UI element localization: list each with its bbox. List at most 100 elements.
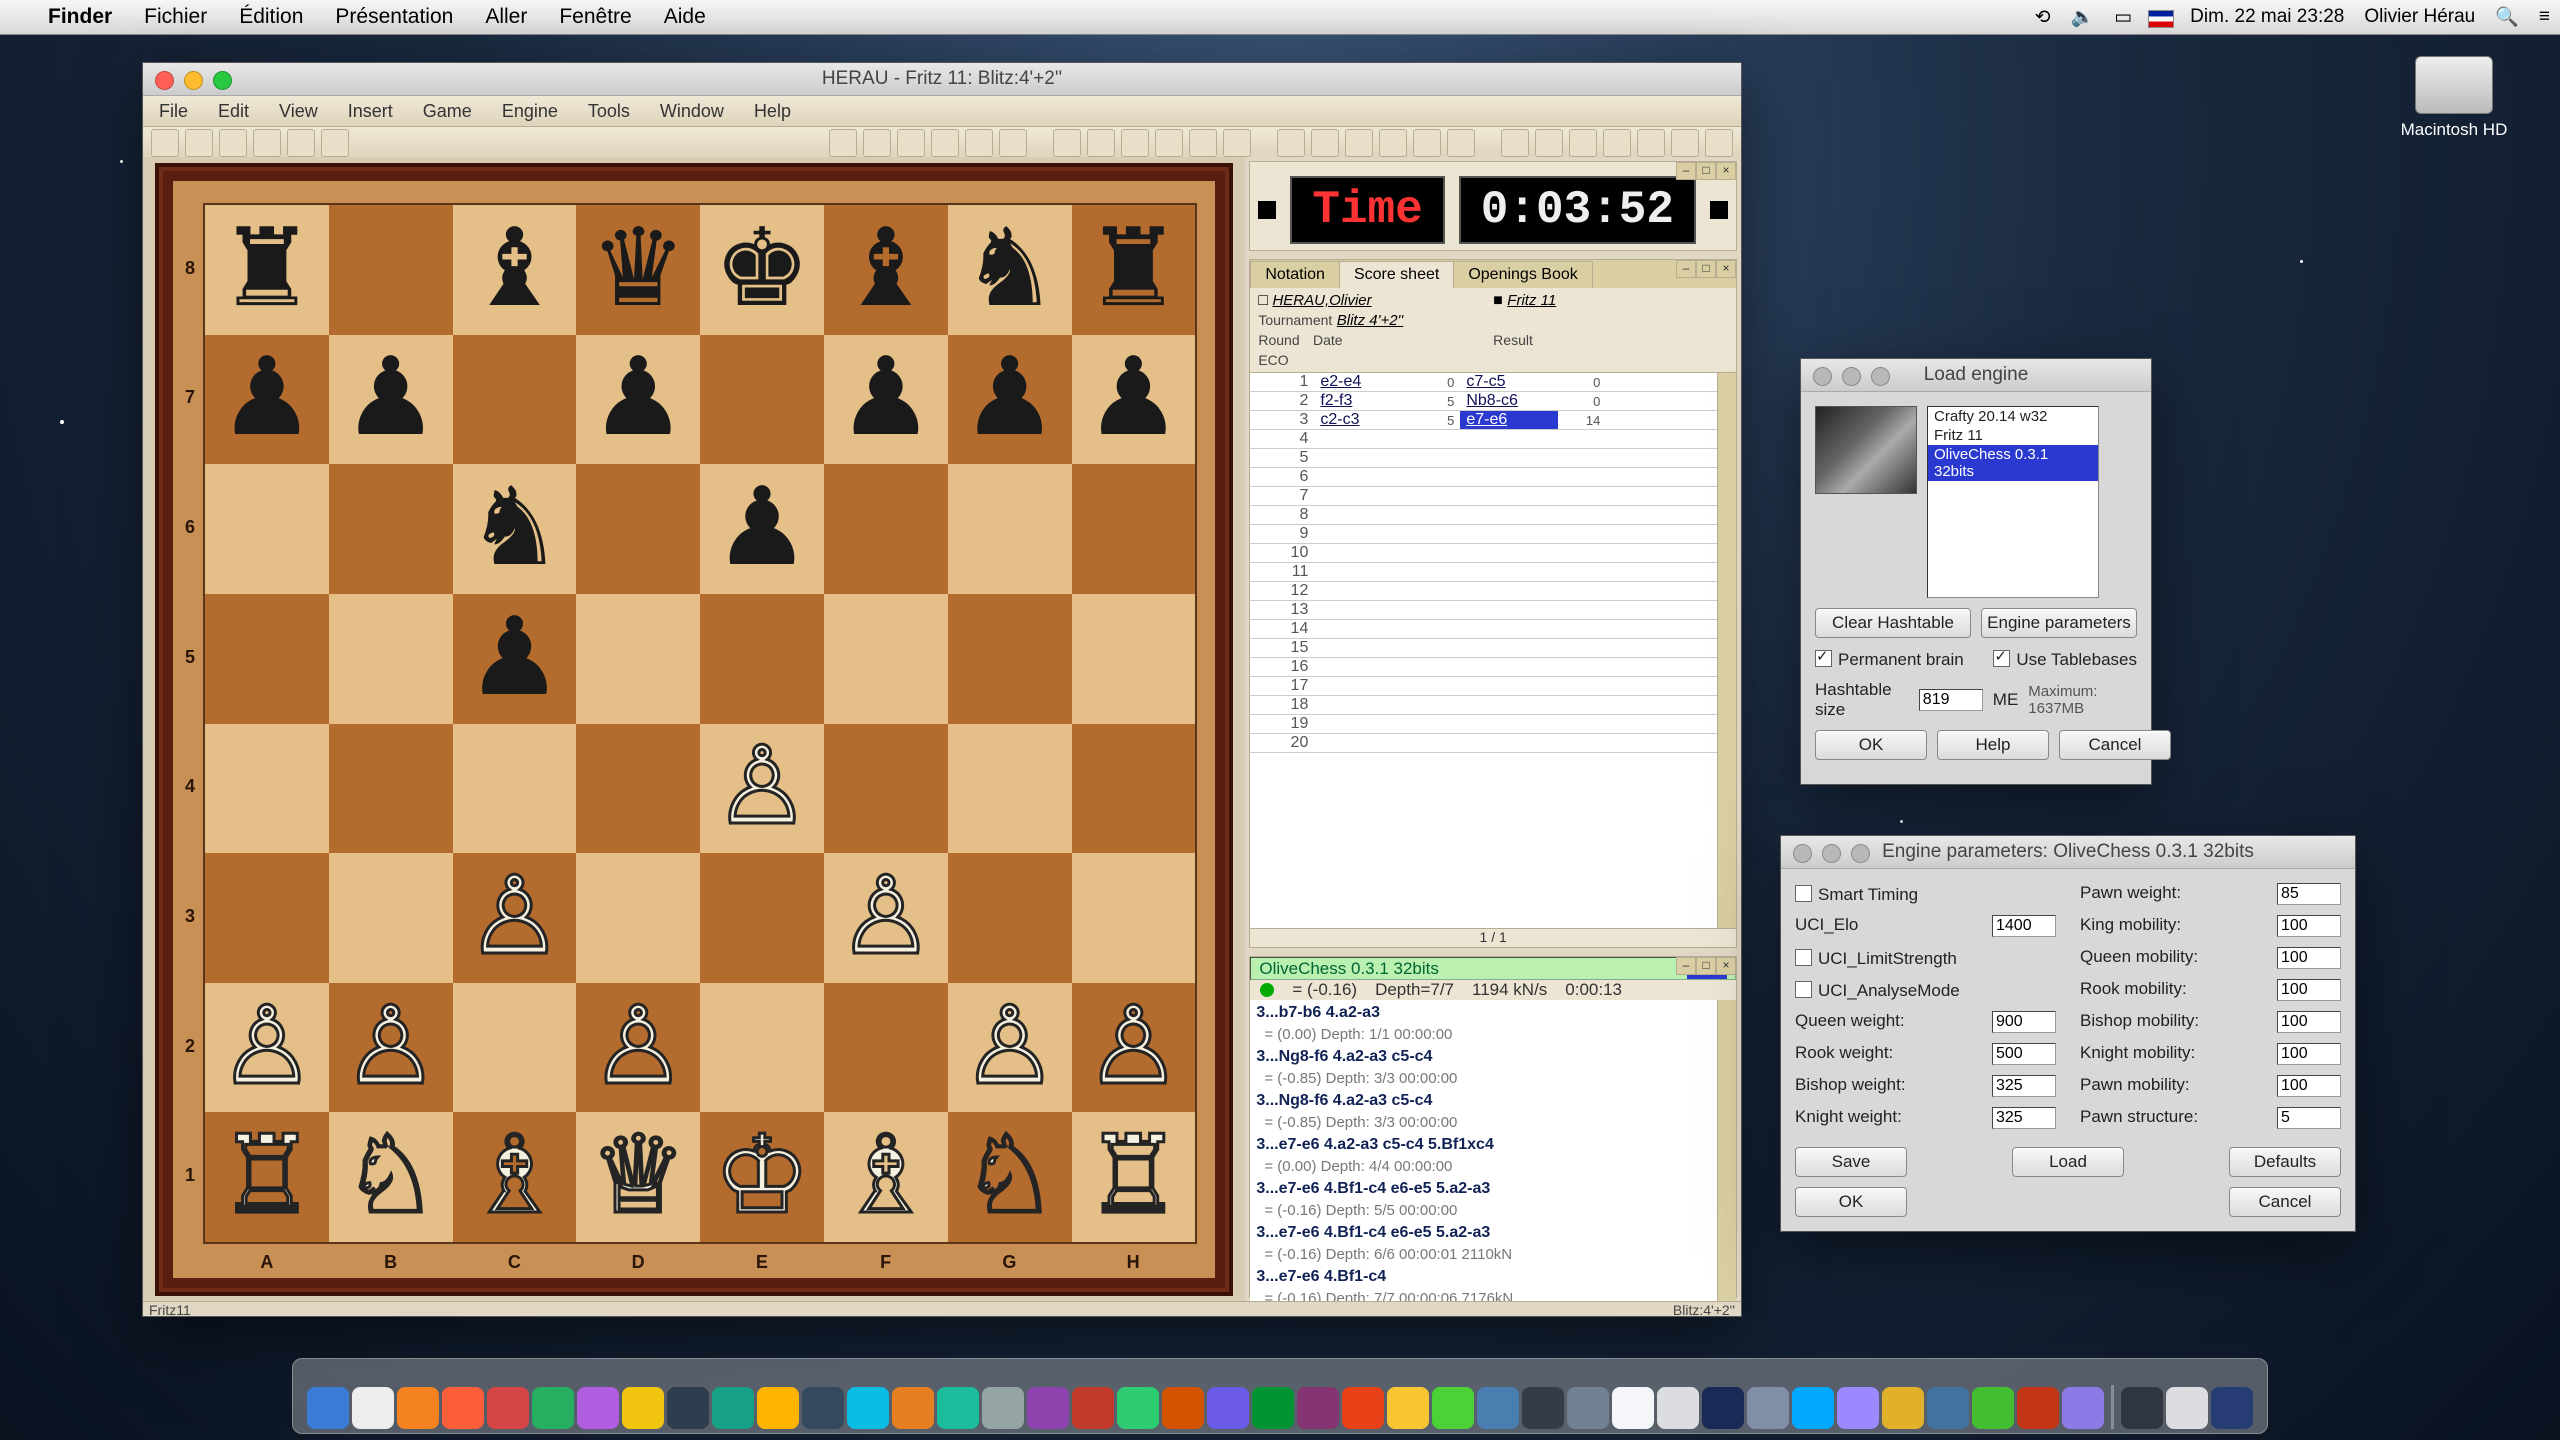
square[interactable]: [329, 205, 453, 335]
dock-app-icon[interactable]: [1387, 1387, 1429, 1429]
engine-list-item[interactable]: OliveChess 0.3.1 32bits: [1928, 445, 2098, 481]
dock-app-icon[interactable]: [577, 1387, 619, 1429]
pawn-weight-input[interactable]: [2277, 883, 2341, 905]
dock-app-icon[interactable]: [532, 1387, 574, 1429]
scrollbar[interactable]: [1717, 1000, 1736, 1312]
square[interactable]: ♖: [1072, 1112, 1196, 1242]
tab-scoresheet[interactable]: Score sheet: [1339, 261, 1454, 288]
bn-piece[interactable]: ♞: [466, 475, 563, 583]
save-button[interactable]: Save: [1795, 1147, 1907, 1177]
spotlight-icon[interactable]: 🔍: [2485, 5, 2529, 29]
wb-piece[interactable]: ♗: [837, 1123, 934, 1231]
br-piece[interactable]: ♜: [218, 216, 315, 324]
tb-icon[interactable]: [1189, 129, 1217, 157]
dock-app-icon[interactable]: [397, 1387, 439, 1429]
dock-app-icon[interactable]: [2017, 1387, 2059, 1429]
tb-icon[interactable]: [321, 129, 349, 157]
move-row[interactable]: 15: [1250, 639, 1717, 658]
square[interactable]: [329, 853, 453, 983]
bishop-mobility-input[interactable]: [2277, 1011, 2341, 1033]
dock-app-icon[interactable]: [1927, 1387, 1969, 1429]
dock-app-icon[interactable]: [2062, 1387, 2104, 1429]
ok-button[interactable]: OK: [1795, 1187, 1907, 1217]
tab-notation[interactable]: Notation: [1250, 261, 1340, 288]
square[interactable]: ♙: [700, 724, 824, 854]
dialog-titlebar[interactable]: Engine parameters: OliveChess 0.3.1 32bi…: [1781, 836, 2355, 869]
square[interactable]: ♜: [1072, 205, 1196, 335]
square[interactable]: ♟: [824, 335, 948, 465]
square[interactable]: ♟: [329, 335, 453, 465]
tb-icon[interactable]: [1413, 129, 1441, 157]
menu-engine[interactable]: Engine: [502, 101, 558, 122]
tb-icon[interactable]: [863, 129, 891, 157]
menu-tools[interactable]: Tools: [588, 101, 630, 122]
square[interactable]: [824, 983, 948, 1113]
square[interactable]: [824, 464, 948, 594]
bp-piece[interactable]: ♟: [466, 605, 563, 713]
square[interactable]: [205, 853, 329, 983]
square[interactable]: ♙: [948, 983, 1072, 1113]
dock-app-icon[interactable]: [847, 1387, 889, 1429]
minimize-button[interactable]: [1822, 844, 1841, 863]
square[interactable]: [576, 464, 700, 594]
move-row[interactable]: 2f2-f35Nb8-c60: [1250, 392, 1717, 411]
engine-list-item[interactable]: Crafty 20.14 w32: [1928, 407, 2098, 426]
panel-min-icon[interactable]: –: [1676, 162, 1696, 180]
dock-app-icon[interactable]: [2166, 1387, 2208, 1429]
bp-piece[interactable]: ♟: [961, 345, 1058, 453]
tb-icon[interactable]: [999, 129, 1027, 157]
wp-piece[interactable]: ♙: [837, 864, 934, 972]
wp-piece[interactable]: ♙: [466, 864, 563, 972]
dock-app-icon[interactable]: [1162, 1387, 1204, 1429]
square[interactable]: ♔: [700, 1112, 824, 1242]
queen-weight-input[interactable]: [1992, 1011, 2056, 1033]
wk-piece[interactable]: ♔: [714, 1123, 811, 1231]
load-button[interactable]: Load: [2012, 1147, 2124, 1177]
dock-app-icon[interactable]: [307, 1387, 349, 1429]
wn-piece[interactable]: ♘: [342, 1123, 439, 1231]
square[interactable]: ♘: [329, 1112, 453, 1242]
dock-app-icon[interactable]: [1117, 1387, 1159, 1429]
wp-piece[interactable]: ♙: [714, 734, 811, 842]
move-row[interactable]: 10: [1250, 544, 1717, 563]
dock-app-icon[interactable]: [2211, 1387, 2253, 1429]
move-row[interactable]: 4: [1250, 430, 1717, 449]
menu-aller[interactable]: Aller: [469, 5, 543, 29]
square[interactable]: [948, 724, 1072, 854]
dock-app-icon[interactable]: [1522, 1387, 1564, 1429]
square[interactable]: ♗: [453, 1112, 577, 1242]
square[interactable]: [576, 853, 700, 983]
wp-piece[interactable]: ♙: [961, 994, 1058, 1102]
square[interactable]: ♙: [329, 983, 453, 1113]
menu-view[interactable]: View: [279, 101, 318, 122]
dock-app-icon[interactable]: [757, 1387, 799, 1429]
tb-icon[interactable]: [1379, 129, 1407, 157]
tb-icon[interactable]: [219, 129, 247, 157]
dock-app-icon[interactable]: [1072, 1387, 1114, 1429]
move-row[interactable]: 9: [1250, 525, 1717, 544]
defaults-button[interactable]: Defaults: [2229, 1147, 2341, 1177]
dock-app-icon[interactable]: [892, 1387, 934, 1429]
move-row[interactable]: 3c2-c35e7-e614: [1250, 411, 1717, 430]
tb-icon[interactable]: [1671, 129, 1699, 157]
square[interactable]: [576, 724, 700, 854]
dock-app-icon[interactable]: [1477, 1387, 1519, 1429]
menu-file[interactable]: File: [159, 101, 188, 122]
wp-piece[interactable]: ♙: [590, 994, 687, 1102]
tb-icon[interactable]: [287, 129, 315, 157]
close-button[interactable]: [155, 71, 174, 90]
square[interactable]: ♞: [453, 464, 577, 594]
dock-app-icon[interactable]: [982, 1387, 1024, 1429]
clear-hashtable-button[interactable]: Clear Hashtable: [1815, 608, 1971, 638]
square[interactable]: ♛: [576, 205, 700, 335]
square[interactable]: [453, 724, 577, 854]
square[interactable]: ♟: [205, 335, 329, 465]
square[interactable]: [329, 594, 453, 724]
dock-app-icon[interactable]: [1432, 1387, 1474, 1429]
tb-icon[interactable]: [931, 129, 959, 157]
hashtable-size-input[interactable]: [1919, 689, 1983, 711]
panel-min-icon[interactable]: –: [1676, 957, 1696, 975]
zoom-button[interactable]: [213, 71, 232, 90]
chess-board[interactable]: ♜♝♛♚♝♞♜♟♟♟♟♟♟♞♟♟♙♙♙♙♙♙♙♙♖♘♗♕♔♗♘♖: [203, 203, 1197, 1244]
zoom-button[interactable]: [1871, 367, 1890, 386]
